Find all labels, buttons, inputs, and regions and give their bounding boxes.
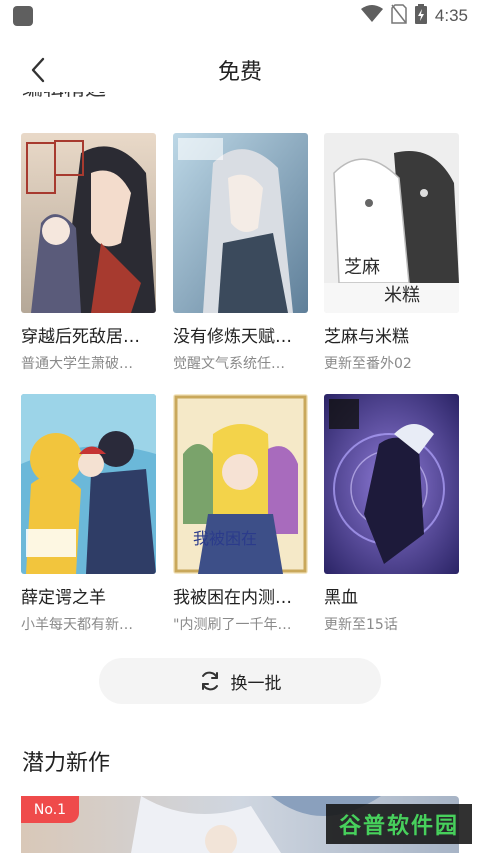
watermark: 谷普软件园	[326, 804, 472, 844]
comic-card[interactable]: 穿越后死敌居… 普通大学生萧破…	[21, 133, 156, 373]
comic-card[interactable]: 薛定谔之羊 小羊每天都有新…	[21, 394, 156, 634]
section-title: 潜力新作	[22, 751, 111, 776]
refresh-button-label: 换一批	[230, 673, 282, 694]
comic-title: 黑血	[324, 588, 358, 608]
comic-title: 没有修炼天赋…	[173, 327, 292, 347]
wifi-icon	[360, 5, 383, 27]
comic-cover[interactable]: 我被困在	[173, 394, 308, 574]
rank-badge: No.1	[21, 796, 79, 823]
battery-charging-icon	[414, 4, 427, 28]
comic-title: 我被困在内测…	[173, 588, 292, 608]
comic-subtitle: 普通大学生萧破…	[21, 356, 133, 372]
comic-title: 芝麻与米糕	[324, 327, 409, 347]
comic-subtitle: 更新至番外02	[324, 356, 412, 372]
comic-title: 穿越后死敌居…	[21, 327, 140, 347]
app-notification-icon	[13, 6, 33, 26]
comic-card[interactable]: 黑血 更新至15话	[324, 394, 459, 634]
svg-text:我被困在: 我被困在	[193, 529, 257, 548]
comic-cover[interactable]	[21, 133, 156, 313]
no-sim-icon	[391, 4, 407, 28]
comic-cover[interactable]	[173, 133, 308, 313]
page-title: 免费	[217, 60, 262, 85]
comic-cover[interactable]	[324, 394, 459, 574]
comic-card[interactable]: 我被困在 我被困在内测… "内测刷了一千年…	[173, 394, 308, 634]
comic-card[interactable]: 芝麻 米糕 芝麻与米糕 更新至番外02	[324, 133, 459, 373]
status-bar: 4:35	[0, 0, 480, 32]
status-indicators: 4:35	[360, 4, 468, 28]
comic-subtitle: "内测刷了一千年…	[173, 617, 292, 633]
status-time: 4:35	[434, 6, 468, 25]
top-app-bar: 免费	[0, 40, 480, 100]
comic-title: 薛定谔之羊	[21, 588, 106, 608]
comic-cover[interactable]	[21, 394, 156, 574]
comic-subtitle: 更新至15话	[324, 617, 398, 633]
previous-section-heading: 编辑精选	[22, 92, 106, 106]
comic-subtitle: 小羊每天都有新…	[21, 617, 133, 633]
refresh-batch-button[interactable]: 换一批	[99, 658, 381, 704]
comic-cover[interactable]: 芝麻 米糕	[324, 133, 459, 313]
comic-subtitle: 觉醒文气系统任…	[173, 356, 285, 372]
refresh-icon	[201, 671, 218, 691]
comic-card[interactable]: 没有修炼天赋… 觉醒文气系统任…	[173, 133, 308, 373]
svg-text:芝麻: 芝麻	[344, 257, 380, 278]
svg-text:米糕: 米糕	[384, 285, 420, 306]
